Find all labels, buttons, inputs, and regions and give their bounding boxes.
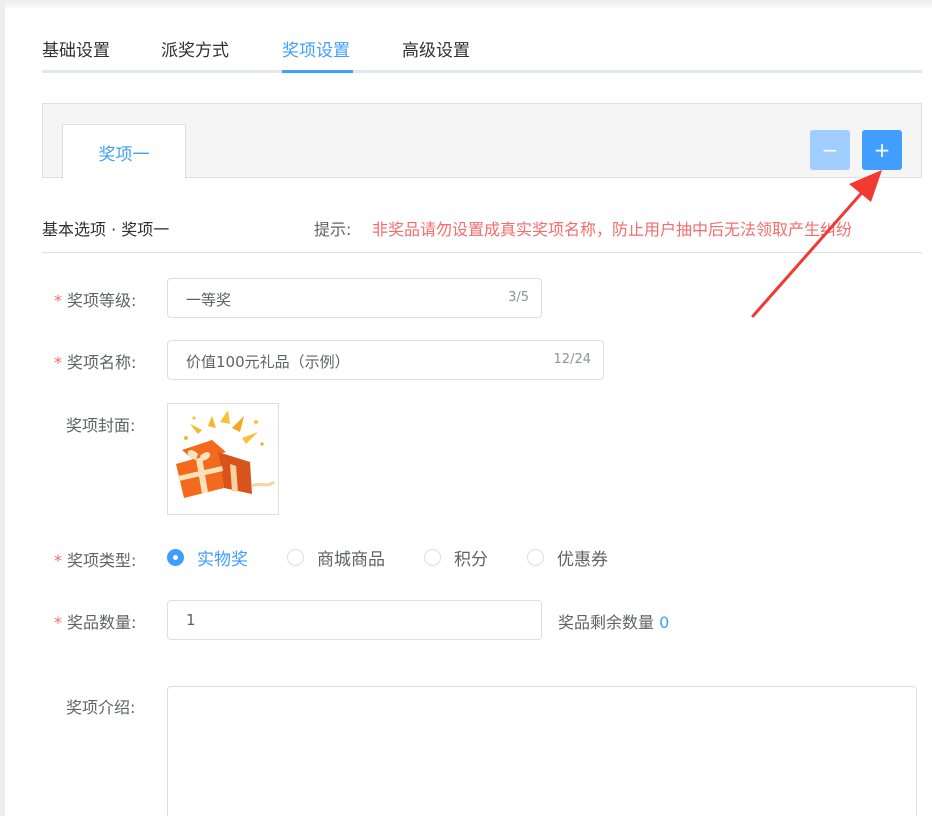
required-mark: * — [54, 613, 62, 632]
section-title: 基本选项 · 奖项一 — [42, 220, 170, 239]
name-char-count: 12/24 — [553, 352, 591, 367]
cover-label: 奖项封面: — [66, 416, 136, 435]
tabs-underline — [42, 70, 922, 73]
tip-text: 非奖品请勿设置成真实奖项名称，防止用户抽中后无法领取产生纠纷 — [372, 220, 853, 239]
radio-checked-icon — [167, 548, 184, 566]
quantity-value: 1 — [186, 611, 196, 629]
add-prize-button[interactable]: + — [862, 130, 902, 170]
active-tab-indicator — [282, 70, 353, 73]
type-label: * 奖项类型: — [54, 551, 137, 570]
settings-tabs: 基础设置 派奖方式 奖项设置 高级设置 — [42, 26, 922, 74]
tab-prize-settings[interactable]: 奖项设置 — [282, 36, 350, 61]
radio-icon — [424, 548, 441, 566]
tab-advanced-settings[interactable]: 高级设置 — [402, 36, 470, 61]
remaining-quantity: 奖品剩余数量 0 — [558, 613, 670, 632]
tip-label: 提示: — [314, 220, 352, 239]
required-mark: * — [54, 291, 62, 310]
section-divider — [42, 252, 922, 253]
level-char-count: 3/5 — [508, 290, 529, 305]
level-input[interactable]: 一等奖 3/5 — [167, 278, 542, 318]
type-radio-points[interactable]: 积分 — [424, 546, 488, 570]
name-input[interactable]: 价值100元礼品（示例） 12/24 — [167, 340, 604, 380]
name-value: 价值100元礼品（示例） — [186, 353, 350, 371]
tab-basic-settings[interactable]: 基础设置 — [42, 36, 110, 61]
minus-icon: − — [821, 138, 839, 162]
remove-prize-button[interactable]: − — [810, 130, 850, 170]
cover-upload[interactable] — [167, 403, 279, 515]
tab-dispatch-method[interactable]: 派奖方式 — [161, 36, 229, 61]
intro-label: 奖项介绍: — [66, 698, 136, 717]
radio-icon — [527, 548, 544, 566]
remaining-quantity-value: 0 — [659, 613, 670, 632]
type-radio-coupon[interactable]: 优惠券 — [527, 546, 608, 570]
plus-icon: + — [873, 138, 891, 162]
required-mark: * — [54, 353, 62, 372]
name-label: * 奖项名称: — [54, 353, 137, 372]
type-radio-physical[interactable]: 实物奖 — [167, 546, 248, 570]
radio-icon — [287, 548, 304, 566]
intro-textarea[interactable] — [167, 686, 917, 816]
type-radio-mall-product[interactable]: 商城商品 — [287, 546, 385, 570]
level-label: * 奖项等级: — [54, 291, 137, 310]
quantity-label: * 奖品数量: — [54, 613, 137, 632]
left-border — [0, 0, 5, 816]
prize-tab-1[interactable]: 奖项一 — [62, 124, 186, 179]
gift-box-image — [176, 410, 275, 498]
top-shadow — [0, 0, 932, 10]
level-value: 一等奖 — [186, 291, 232, 309]
required-mark: * — [54, 551, 62, 570]
prize-tab-strip: 奖项一 − + — [42, 103, 922, 179]
quantity-input[interactable]: 1 — [167, 600, 542, 640]
